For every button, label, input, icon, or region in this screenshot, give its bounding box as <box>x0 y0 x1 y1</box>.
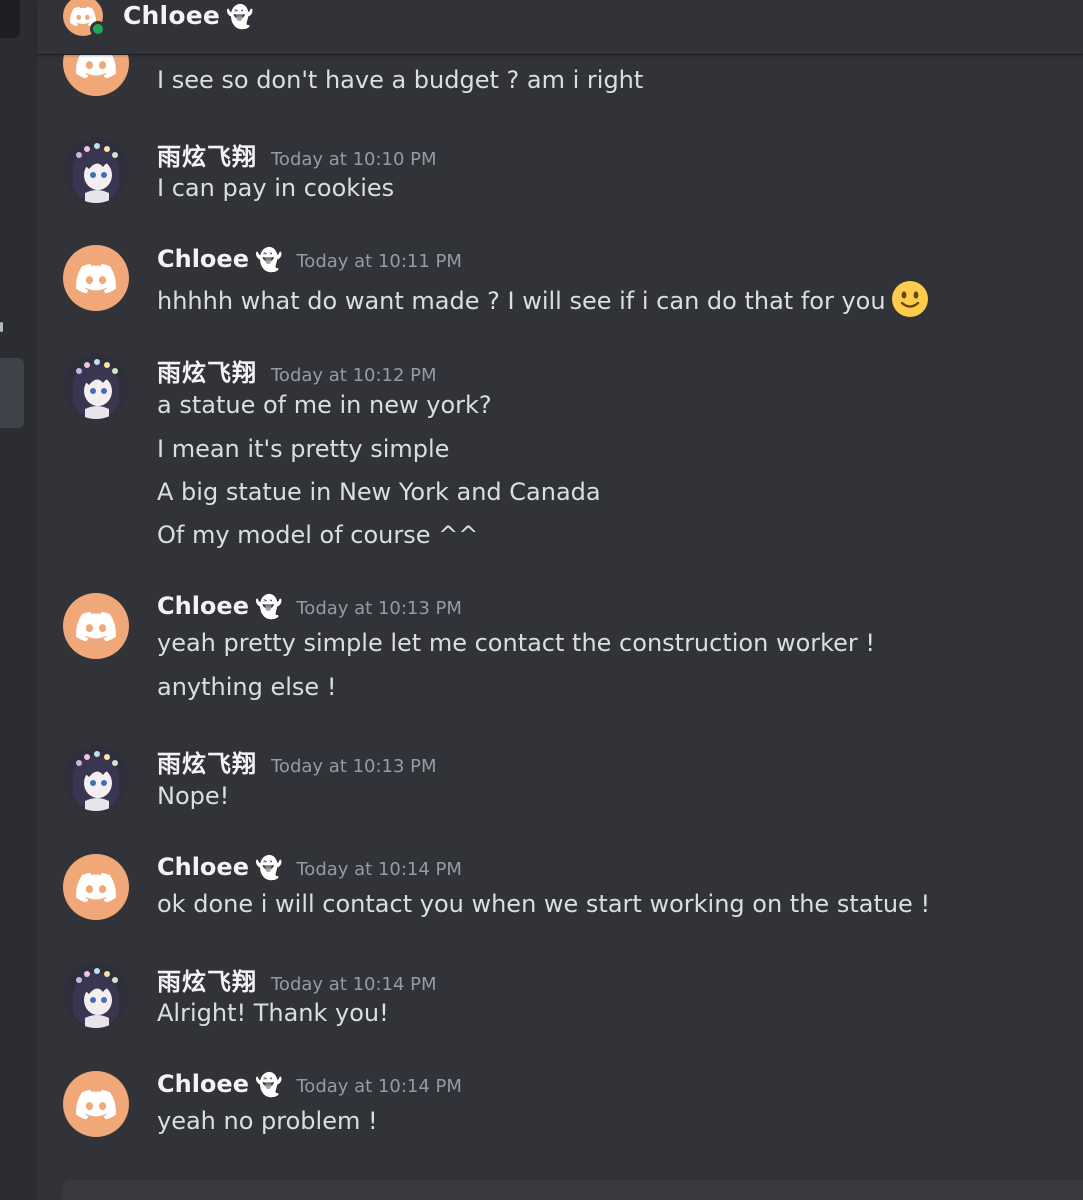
message-text: I see so don't have a budget ? am i righ… <box>157 65 643 95</box>
message-text: I mean it's pretty simple <box>157 434 449 464</box>
message-timestamp[interactable]: Today at 10:13 PM <box>271 756 437 777</box>
message-text: a statue of me in new york? <box>157 390 492 420</box>
anime-avatar[interactable] <box>63 962 129 1028</box>
message-text-content: yeah pretty simple let me contact the co… <box>157 629 876 657</box>
message-timestamp[interactable]: Today at 10:14 PM <box>296 1076 462 1097</box>
ghost-emoji-icon: 👻 <box>226 5 254 30</box>
discord-avatar[interactable] <box>63 854 129 920</box>
message-text-content: ok done i will contact you when we start… <box>157 890 931 918</box>
message-header: Chloee 👻 Today at 10:14 PM <box>157 1070 462 1098</box>
message-timestamp[interactable]: Today at 10:10 PM <box>271 149 437 170</box>
anime-girl-icon <box>63 137 129 203</box>
message-header: 雨炫飞翔 Today at 10:10 PM <box>157 137 437 172</box>
message-text-content: Alright! Thank you! <box>157 999 389 1027</box>
anime-avatar[interactable] <box>63 745 129 811</box>
message-timestamp[interactable]: Today at 10:13 PM <box>296 598 462 619</box>
username[interactable]: 雨炫飞翔 <box>157 744 257 779</box>
username[interactable]: 雨炫飞翔 <box>157 137 257 172</box>
message-text: I can pay in cookies <box>157 173 394 203</box>
message-text: yeah no problem ! <box>157 1106 378 1136</box>
chat-window: Chloee👻I see so don't have a budget ? am… <box>0 0 1083 1200</box>
message-text: ok done i will contact you when we start… <box>157 889 930 919</box>
message-text-content: Of my model of course ^^ <box>157 521 479 549</box>
discord-avatar[interactable] <box>63 1071 129 1137</box>
message-text: yeah pretty simple let me contact the co… <box>157 628 875 658</box>
anime-girl-icon <box>63 353 129 419</box>
message-text: Nope! <box>157 781 229 811</box>
dm-title: Chloee 👻 <box>123 0 254 32</box>
message-text: anything else ! <box>157 672 336 702</box>
message-text-content: I mean it's pretty simple <box>157 435 450 463</box>
dm-header: Chloee 👻 <box>37 0 1083 55</box>
sidebar-top-block[interactable] <box>0 0 20 38</box>
message-header: 雨炫飞翔 Today at 10:12 PM <box>157 353 437 388</box>
message-header: 雨炫飞翔 Today at 10:14 PM <box>157 962 437 997</box>
message-header: Chloee 👻 Today at 10:13 PM <box>157 592 462 620</box>
message-text-content: I can pay in cookies <box>157 174 395 202</box>
message-timestamp[interactable]: Today at 10:11 PM <box>296 251 462 272</box>
username[interactable]: 雨炫飞翔 <box>157 962 257 997</box>
message-text: Of my model of course ^^ <box>157 520 478 550</box>
message-text: A big statue in New York and Canada <box>157 477 601 507</box>
username[interactable]: Chloee <box>157 245 249 273</box>
message-header: Chloee 👻 Today at 10:11 PM <box>157 245 462 273</box>
ghost-emoji-icon: 👻 <box>254 248 283 273</box>
message-text-content: I see so don't have a budget ? am i righ… <box>157 66 644 94</box>
message-timestamp[interactable]: Today at 10:14 PM <box>271 974 437 995</box>
discord-avatar[interactable] <box>63 245 129 311</box>
message-input-bar[interactable] <box>62 1180 1083 1200</box>
message-list: Chloee👻I see so don't have a budget ? am… <box>37 0 1083 1200</box>
message-text-content: hhhhh what do want made ? I will see if … <box>157 287 886 315</box>
discord-logo-icon <box>76 611 116 641</box>
channel-sidebar <box>0 0 37 1200</box>
header-avatar[interactable] <box>63 0 106 37</box>
username[interactable]: 雨炫飞翔 <box>157 353 257 388</box>
anime-avatar[interactable] <box>63 137 129 203</box>
anime-girl-icon <box>63 962 129 1028</box>
discord-logo-icon <box>76 1089 116 1119</box>
ghost-emoji-icon: 👻 <box>254 856 283 881</box>
dm-title-text: Chloee <box>123 1 221 30</box>
discord-logo-icon <box>76 872 116 902</box>
message-text-content: yeah no problem ! <box>157 1107 378 1135</box>
message-timestamp[interactable]: Today at 10:12 PM <box>271 365 437 386</box>
slightly-smiling-face-icon <box>891 281 928 317</box>
message-text: Alright! Thank you! <box>157 998 389 1028</box>
anime-avatar[interactable] <box>63 353 129 419</box>
discord-logo-icon <box>76 263 116 293</box>
message-header: 雨炫飞翔 Today at 10:13 PM <box>157 744 437 779</box>
discord-avatar[interactable] <box>63 593 129 659</box>
message-text-content: Nope! <box>157 782 230 810</box>
anime-girl-icon <box>63 745 129 811</box>
ghost-emoji-icon: 👻 <box>254 1073 283 1098</box>
message-text-content: a statue of me in new york? <box>157 391 492 419</box>
sidebar-indicator <box>0 322 3 332</box>
ghost-emoji-icon: 👻 <box>254 595 283 620</box>
message-text-content: A big statue in New York and Canada <box>157 478 601 506</box>
online-status-dot <box>90 21 106 37</box>
message-text: hhhhh what do want made ? I will see if … <box>157 281 928 317</box>
message-header: Chloee 👻 Today at 10:14 PM <box>157 853 462 881</box>
username[interactable]: Chloee <box>157 1070 249 1098</box>
sidebar-selected-item[interactable] <box>0 358 24 428</box>
message-timestamp[interactable]: Today at 10:14 PM <box>296 859 462 880</box>
username[interactable]: Chloee <box>157 592 249 620</box>
message-text-content: anything else ! <box>157 673 337 701</box>
username[interactable]: Chloee <box>157 853 249 881</box>
